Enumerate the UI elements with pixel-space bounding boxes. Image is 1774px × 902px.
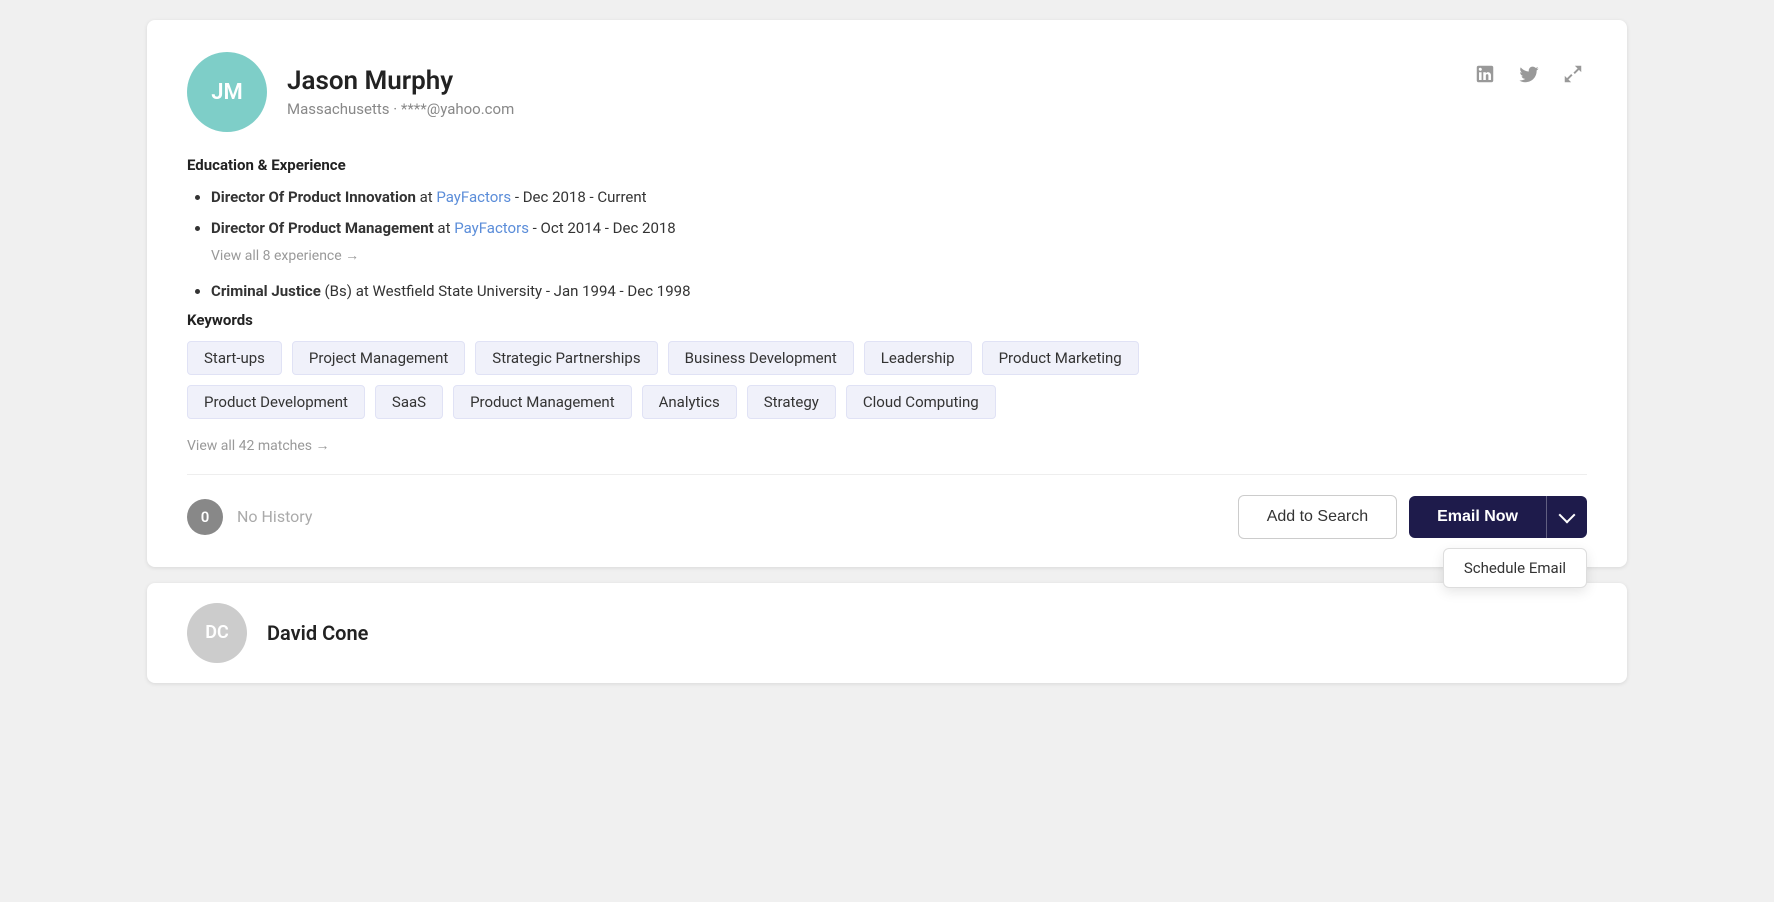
view-all-experience-link[interactable]: View all 8 experience →: [211, 247, 1587, 264]
keyword-tag: Strategic Partnerships: [475, 341, 657, 375]
second-profile-name: David Cone: [267, 621, 368, 645]
keyword-tag: Product Development: [187, 385, 365, 419]
no-history-label: No History: [237, 507, 312, 526]
company-link-2[interactable]: PayFactors: [454, 219, 529, 237]
edu-exp-title: Education & Experience: [187, 156, 1587, 174]
footer-right: Add to Search Email Now Schedule Email: [1238, 495, 1587, 539]
twitter-icon[interactable]: [1515, 60, 1543, 88]
experience-list: Director Of Product Innovation at PayFac…: [187, 186, 1587, 239]
email-dropdown-button[interactable]: [1546, 496, 1587, 538]
keyword-tag: Product Management: [453, 385, 632, 419]
second-avatar: DC: [187, 603, 247, 663]
avatar: JM: [187, 52, 267, 132]
keyword-tag: Business Development: [668, 341, 854, 375]
history-badge: 0: [187, 499, 223, 535]
profile-name: Jason Murphy: [287, 66, 514, 96]
chevron-down-icon: [1559, 506, 1576, 523]
email-now-button[interactable]: Email Now: [1409, 496, 1546, 538]
education-item-1: Criminal Justice (Bs) at Westfield State…: [211, 280, 1587, 303]
profile-info: Jason Murphy Massachusetts · ****@yahoo.…: [287, 66, 514, 118]
keywords-row-2: Product Development SaaS Product Managem…: [187, 385, 1587, 419]
keyword-tag: Cloud Computing: [846, 385, 996, 419]
keyword-tag: Project Management: [292, 341, 465, 375]
second-profile-card: DC David Cone: [147, 583, 1627, 683]
expand-icon[interactable]: [1559, 60, 1587, 88]
email-now-group: Email Now Schedule Email: [1409, 496, 1587, 538]
card-header: JM Jason Murphy Massachusetts · ****@yah…: [187, 52, 1587, 132]
profile-card: JM Jason Murphy Massachusetts · ****@yah…: [147, 20, 1627, 567]
schedule-email-dropdown[interactable]: Schedule Email: [1443, 548, 1587, 588]
linkedin-icon[interactable]: [1471, 60, 1499, 88]
keyword-tag: Leadership: [864, 341, 972, 375]
job-title-2: Director Of Product Management: [211, 219, 434, 237]
card-header-left: JM Jason Murphy Massachusetts · ****@yah…: [187, 52, 514, 132]
keyword-tag: Strategy: [747, 385, 836, 419]
experience-item-2: Director Of Product Management at PayFac…: [211, 217, 1587, 240]
footer-left: 0 No History: [187, 499, 312, 535]
social-icons: [1471, 52, 1587, 88]
keywords-row-1: Start-ups Project Management Strategic P…: [187, 341, 1587, 375]
keyword-tag: SaaS: [375, 385, 443, 419]
job-title-1: Director Of Product Innovation: [211, 188, 416, 206]
company-link-1[interactable]: PayFactors: [436, 188, 511, 206]
keyword-tag: Analytics: [642, 385, 737, 419]
keywords-section: Keywords Start-ups Project Management St…: [187, 311, 1587, 454]
degree-title: Criminal Justice: [211, 282, 321, 300]
keyword-tag: Product Marketing: [982, 341, 1139, 375]
keywords-title: Keywords: [187, 311, 1587, 329]
profile-meta: Massachusetts · ****@yahoo.com: [287, 100, 514, 118]
experience-item-1: Director Of Product Innovation at PayFac…: [211, 186, 1587, 209]
view-matches-link[interactable]: View all 42 matches →: [187, 437, 329, 454]
card-footer: 0 No History Add to Search Email Now Sch…: [187, 474, 1587, 539]
keyword-tag: Start-ups: [187, 341, 282, 375]
add-to-search-button[interactable]: Add to Search: [1238, 495, 1397, 539]
schedule-email-label: Schedule Email: [1464, 559, 1566, 577]
education-list: Criminal Justice (Bs) at Westfield State…: [187, 280, 1587, 303]
